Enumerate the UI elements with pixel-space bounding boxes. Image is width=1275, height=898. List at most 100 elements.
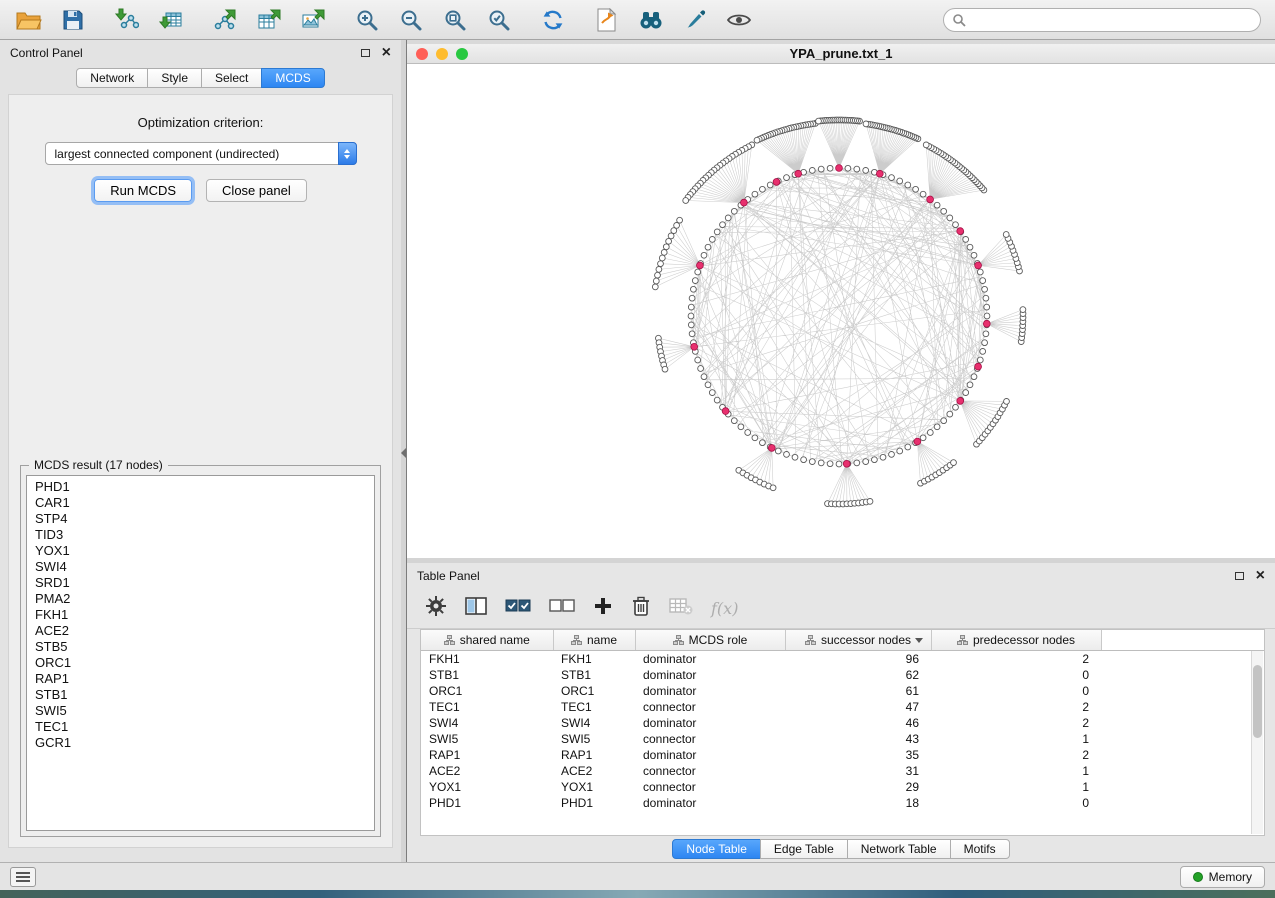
mcds-node-ace2[interactable]: ACE2	[27, 623, 374, 639]
share-document-icon[interactable]	[588, 5, 626, 35]
export-network-icon[interactable]	[206, 5, 244, 35]
close-panel-icon[interactable]: ×	[382, 45, 391, 61]
export-image-icon[interactable]	[294, 5, 332, 35]
mcds-result-list[interactable]: PHD1CAR1STP4TID3YOX1SWI4SRD1PMA2FKH1ACE2…	[26, 475, 375, 831]
table-row-ace2[interactable]: ACE2ACE2connector311	[421, 763, 1264, 779]
search-icon	[952, 13, 966, 27]
mcds-node-stb1[interactable]: STB1	[27, 687, 374, 703]
style-brush-icon[interactable]	[676, 5, 714, 35]
mcds-result-box: MCDS result (17 nodes) PHD1CAR1STP4TID3Y…	[20, 465, 381, 837]
node-table: shared namenameMCDS rolesuccessor nodesp…	[420, 629, 1265, 836]
mcds-node-gcr1[interactable]: GCR1	[27, 735, 374, 751]
table-tab-bar: Node TableEdge TableNetwork TableMotifs	[407, 836, 1275, 862]
tab-network[interactable]: Network	[76, 68, 148, 88]
import-network-icon[interactable]	[108, 5, 146, 35]
list-menu-icon[interactable]	[10, 867, 36, 887]
mcds-node-swi4[interactable]: SWI4	[27, 559, 374, 575]
zoom-in-icon[interactable]	[348, 5, 386, 35]
mcds-node-pma2[interactable]: PMA2	[27, 591, 374, 607]
table-row-stb1[interactable]: STB1STB1dominator620	[421, 667, 1264, 683]
column-header-successor-nodes[interactable]: successor nodes	[785, 630, 931, 651]
table-row-phd1[interactable]: PHD1PHD1dominator180	[421, 795, 1264, 811]
mcds-node-stb5[interactable]: STB5	[27, 639, 374, 655]
split-columns-icon[interactable]	[465, 596, 487, 621]
close-panel-button[interactable]: Close panel	[206, 179, 307, 202]
table-scrollbar-thumb[interactable]	[1253, 665, 1262, 738]
tab-mcds[interactable]: MCDS	[261, 68, 324, 88]
mcds-node-tid3[interactable]: TID3	[27, 527, 374, 543]
mcds-node-fkh1[interactable]: FKH1	[27, 607, 374, 623]
column-header-shared-name[interactable]: shared name	[421, 630, 553, 651]
table-row-fkh1[interactable]: FKH1FKH1dominator962	[421, 651, 1264, 667]
search-input[interactable]	[966, 13, 1260, 27]
mcds-node-yox1[interactable]: YOX1	[27, 543, 374, 559]
column-header-MCDS-role[interactable]: MCDS role	[635, 630, 785, 651]
right-column: YPA_prune.txt_1 Table Panel ×	[406, 40, 1275, 862]
select-all-rows-icon[interactable]	[505, 597, 531, 620]
show-hide-eye-icon[interactable]	[720, 5, 758, 35]
criterion-selected-value: largest connected component (undirected)	[55, 147, 280, 161]
network-title: YPA_prune.txt_1	[407, 46, 1275, 61]
maximize-window-button[interactable]	[456, 48, 468, 60]
table-tab-edge-table[interactable]: Edge Table	[760, 839, 848, 859]
table-row-yox1[interactable]: YOX1YOX1connector291	[421, 779, 1264, 795]
table-tab-node-table[interactable]: Node Table	[672, 839, 761, 859]
main-toolbar	[0, 0, 1275, 40]
import-table-icon[interactable]	[152, 5, 190, 35]
float-panel-icon[interactable]	[361, 49, 370, 57]
refresh-icon[interactable]	[534, 5, 572, 35]
memory-button[interactable]: Memory	[1180, 866, 1265, 888]
search-network-icon[interactable]	[632, 5, 670, 35]
mcds-node-phd1[interactable]: PHD1	[27, 479, 374, 495]
table-panel-title: Table Panel	[417, 569, 480, 583]
table-row-swi4[interactable]: SWI4SWI4dominator462	[421, 715, 1264, 731]
criterion-dropdown[interactable]: largest connected component (undirected)	[45, 142, 357, 165]
tab-select[interactable]: Select	[201, 68, 262, 88]
column-header-predecessor-nodes[interactable]: predecessor nodes	[931, 630, 1101, 651]
tab-style[interactable]: Style	[147, 68, 202, 88]
mcds-node-orc1[interactable]: ORC1	[27, 655, 374, 671]
table-row-rap1[interactable]: RAP1RAP1dominator352	[421, 747, 1264, 763]
control-panel: Control Panel × NetworkStyleSelectMCDS O…	[0, 40, 401, 862]
mcds-node-swi5[interactable]: SWI5	[27, 703, 374, 719]
memory-label: Memory	[1209, 870, 1252, 884]
mcds-node-car1[interactable]: CAR1	[27, 495, 374, 511]
panel-splitter[interactable]	[401, 40, 406, 862]
network-window: YPA_prune.txt_1	[407, 44, 1275, 558]
add-column-icon[interactable]	[593, 596, 613, 621]
network-canvas[interactable]	[407, 64, 1275, 558]
mcds-node-stp4[interactable]: STP4	[27, 511, 374, 527]
zoom-out-icon[interactable]	[392, 5, 430, 35]
minimize-window-button[interactable]	[436, 48, 448, 60]
column-header-name[interactable]: name	[553, 630, 635, 651]
table-panel: Table Panel × f(x) shared namena	[407, 563, 1275, 862]
function-builder-icon-disabled: f(x)	[711, 599, 738, 618]
delete-column-trash-icon[interactable]	[631, 595, 651, 622]
table-row-swi5[interactable]: SWI5SWI5connector431	[421, 731, 1264, 747]
table-row-tec1[interactable]: TEC1TEC1connector472	[421, 699, 1264, 715]
dropdown-stepper-icon	[338, 142, 357, 165]
table-tab-motifs[interactable]: Motifs	[950, 839, 1010, 859]
table-settings-gear-icon[interactable]	[425, 595, 447, 622]
float-table-panel-icon[interactable]	[1235, 572, 1244, 580]
open-folder-icon[interactable]	[10, 5, 48, 35]
table-panel-header: Table Panel ×	[407, 563, 1275, 589]
optimization-criterion-label: Optimization criterion:	[138, 115, 264, 130]
mcds-node-srd1[interactable]: SRD1	[27, 575, 374, 591]
deselect-all-rows-icon[interactable]	[549, 597, 575, 620]
table-tab-network-table[interactable]: Network Table	[847, 839, 951, 859]
mcds-node-rap1[interactable]: RAP1	[27, 671, 374, 687]
mcds-node-tec1[interactable]: TEC1	[27, 719, 374, 735]
zoom-fit-icon[interactable]	[436, 5, 474, 35]
zoom-selected-icon[interactable]	[480, 5, 518, 35]
table-row-orc1[interactable]: ORC1ORC1dominator610	[421, 683, 1264, 699]
export-table-icon[interactable]	[250, 5, 288, 35]
close-table-panel-icon[interactable]: ×	[1256, 568, 1265, 584]
save-icon[interactable]	[54, 5, 92, 35]
table-toolbar: f(x)	[407, 589, 1275, 629]
control-panel-title: Control Panel	[10, 46, 83, 60]
table-scrollbar[interactable]	[1251, 651, 1263, 834]
mcds-tab-content: Optimization criterion: largest connecte…	[8, 94, 393, 848]
close-window-button[interactable]	[416, 48, 428, 60]
run-mcds-button[interactable]: Run MCDS	[94, 179, 192, 202]
